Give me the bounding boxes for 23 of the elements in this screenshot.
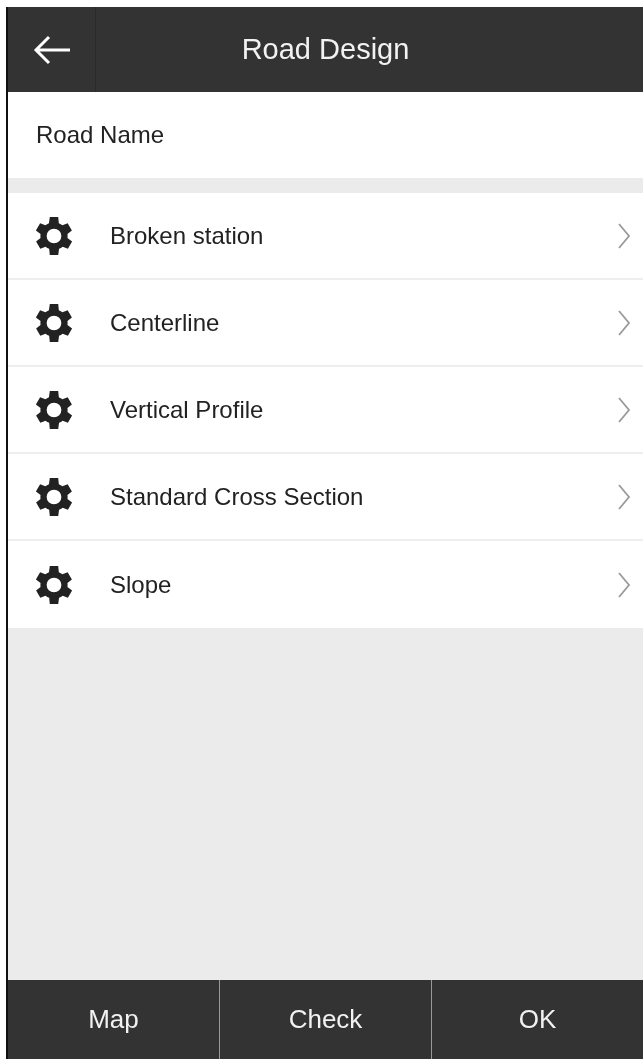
menu-item-label: Broken station <box>110 221 265 250</box>
menu-item-label: Standard Cross Section <box>110 482 365 511</box>
menu-item[interactable]: Standard Cross Section <box>8 454 643 541</box>
gear-icon <box>34 476 74 517</box>
gear-icon <box>34 215 74 256</box>
chevron-right-icon <box>617 221 631 250</box>
road-name-label: Road Name <box>8 92 643 178</box>
chevron-right-icon <box>617 395 631 424</box>
menu-item[interactable]: Vertical Profile <box>8 367 643 454</box>
gear-icon <box>34 302 74 343</box>
menu-item-label: Centerline <box>110 308 221 337</box>
menu-item-label: Slope <box>110 570 173 599</box>
gear-icon <box>34 389 74 430</box>
menu-item-label: Vertical Profile <box>110 395 265 424</box>
screen-title: Road Design <box>240 33 411 66</box>
chevron-right-icon <box>617 482 631 511</box>
gear-icon <box>34 564 74 605</box>
chevron-right-icon <box>617 308 631 337</box>
menu-item[interactable]: Slope <box>8 541 643 628</box>
chevron-right-icon <box>617 570 631 599</box>
back-arrow-icon <box>31 33 72 66</box>
menu-item[interactable]: Centerline <box>8 280 643 367</box>
menu-item[interactable]: Broken station <box>8 193 643 280</box>
